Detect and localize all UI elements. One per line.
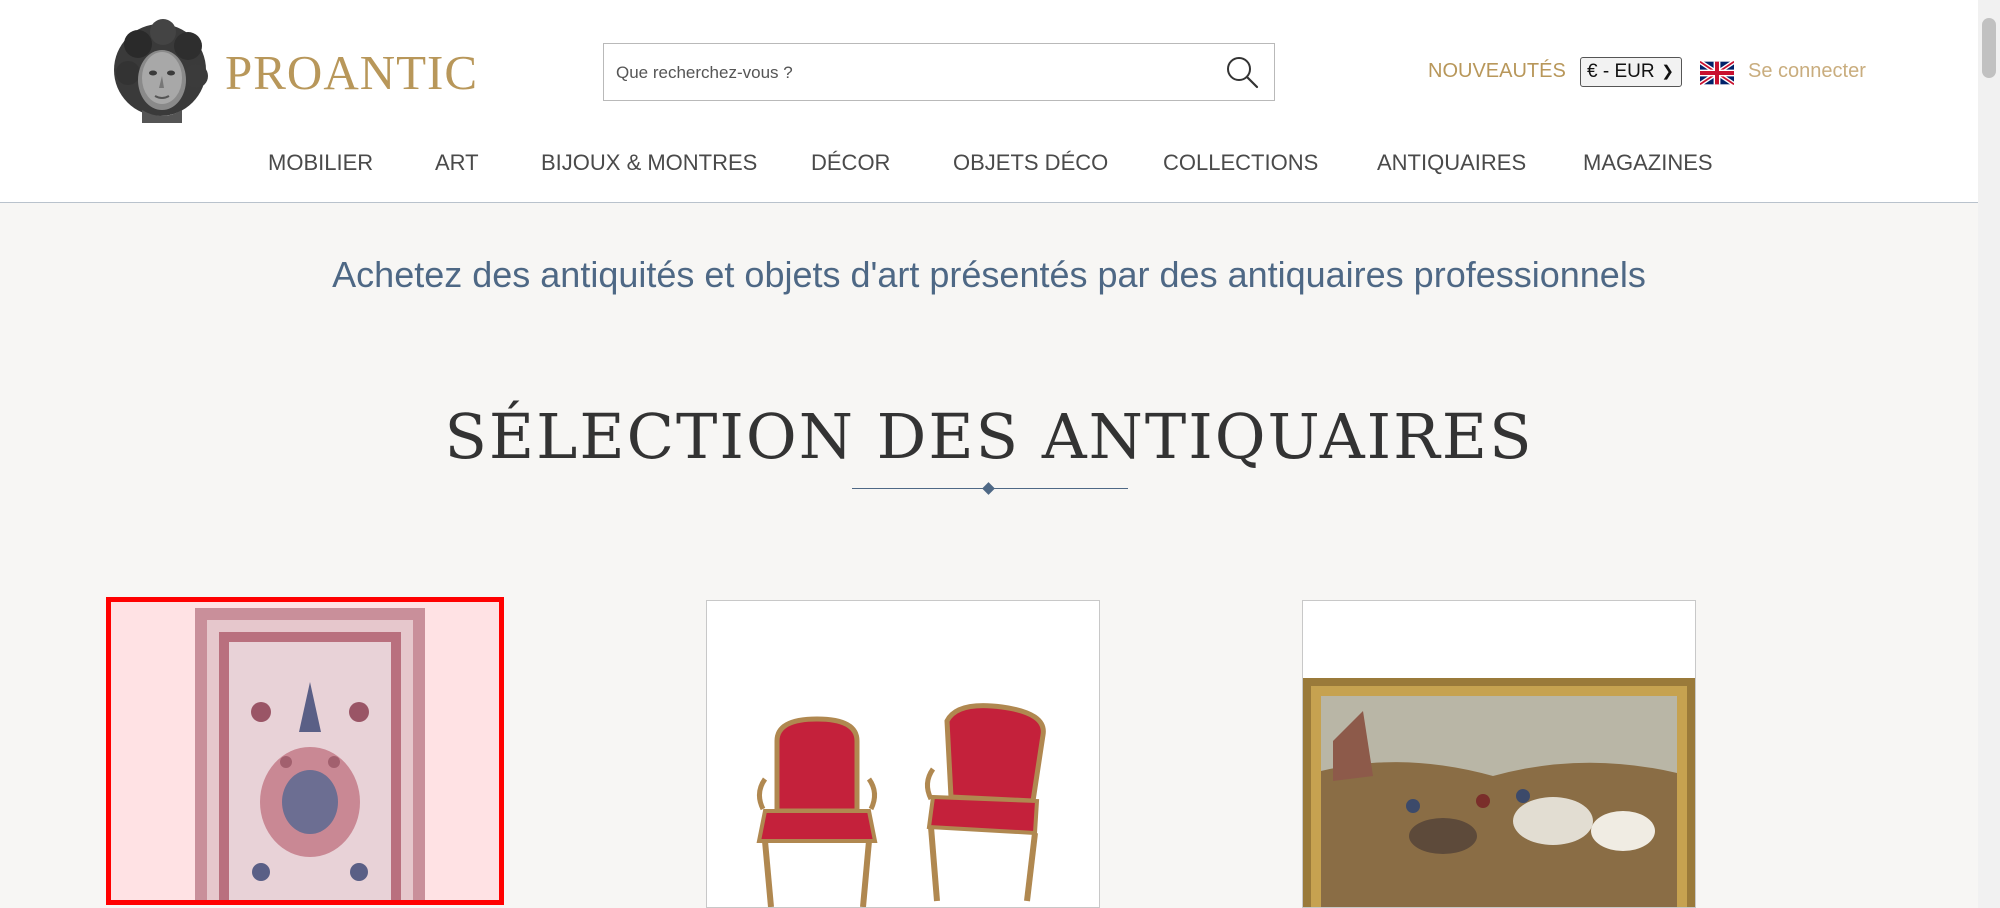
nav-item-objets-deco[interactable]: OBJETS DÉCO (953, 150, 1108, 176)
site-header: PROANTIC NOUVEAUTÉS € - EUR ❯ Se connect… (0, 0, 1978, 203)
nav-item-collections[interactable]: COLLECTIONS (1163, 150, 1318, 176)
nav-item-antiquaires[interactable]: ANTIQUAIRES (1377, 150, 1526, 176)
search-icon[interactable] (1224, 54, 1260, 90)
painting-image (1303, 601, 1695, 907)
section-title: SÉLECTION DES ANTIQUAIRES (444, 400, 1534, 473)
main-nav: MOBILIER ART BIJOUX & MONTRES DÉCOR OBJE… (0, 150, 1978, 180)
product-card-painting[interactable] (1302, 600, 1696, 908)
page-tagline: Achetez des antiquités et objets d'art p… (332, 254, 1646, 295)
page-scrollbar[interactable] (1978, 0, 2000, 908)
nouveautes-link[interactable]: NOUVEAUTÉS (1428, 60, 1566, 83)
scrollbar-thumb[interactable] (1982, 18, 1996, 78)
sculpture-head-logo[interactable] (108, 18, 213, 123)
currency-value: € - EUR (1587, 61, 1655, 82)
search-box (603, 43, 1275, 101)
product-card-armchairs[interactable] (706, 600, 1100, 908)
armchairs-image (707, 601, 1099, 907)
chevron-down-icon: ❯ (1661, 63, 1674, 80)
login-link[interactable]: Se connecter (1748, 60, 1866, 83)
nav-item-magazines[interactable]: MAGAZINES (1583, 150, 1713, 176)
nav-item-decor[interactable]: DÉCOR (811, 150, 890, 176)
brand-name[interactable]: PROANTIC (225, 44, 478, 101)
divider-diamond (982, 482, 995, 495)
uk-flag-icon[interactable] (1700, 61, 1734, 85)
search-input[interactable] (614, 56, 1218, 90)
nav-item-mobilier[interactable]: MOBILIER (268, 150, 373, 176)
nav-item-art[interactable]: ART (435, 150, 479, 176)
nav-item-bijoux-montres[interactable]: BIJOUX & MONTRES (541, 150, 757, 176)
product-card-rug[interactable] (106, 597, 504, 905)
rug-image (111, 602, 499, 900)
currency-select[interactable]: € - EUR ❯ (1580, 57, 1682, 87)
